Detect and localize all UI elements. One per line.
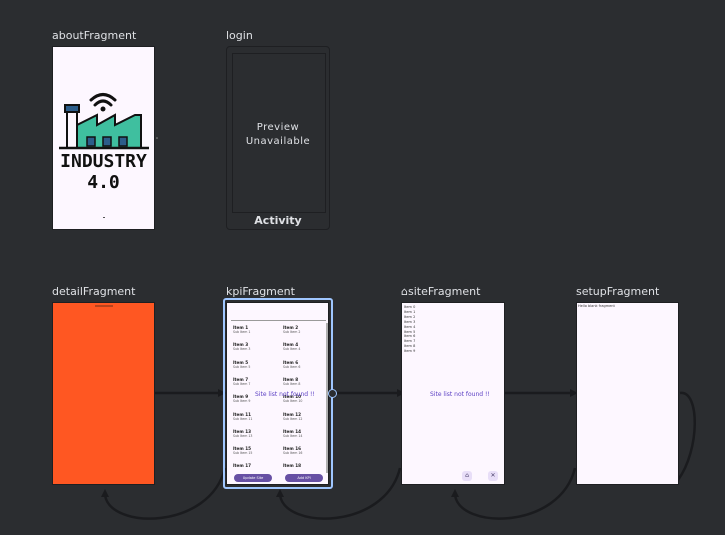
- kpi-list-item[interactable]: Item 15 Sub Item 15: [233, 446, 252, 455]
- kpi-item-title: Item 5: [233, 359, 249, 365]
- kpi-list-item[interactable]: Item 3 Sub Item 3: [233, 342, 250, 351]
- kpi-scrollbar[interactable]: [326, 323, 328, 473]
- preview-unavailable-line2: Unavailable: [245, 136, 311, 147]
- kpi-list-item[interactable]: Item 18: [283, 463, 301, 468]
- site-list-item[interactable]: Item 2: [404, 315, 415, 319]
- kpi-list-item[interactable]: Item 7 Sub Item 7: [233, 377, 250, 386]
- kpi-list-item[interactable]: Item 14 Sub Item 14: [283, 429, 302, 438]
- kpi-item-subtitle: Sub Item 4: [283, 347, 301, 352]
- site-list-item[interactable]: Item 9: [404, 349, 415, 353]
- kpi-item-subtitle: Sub Item 16: [283, 451, 303, 456]
- site-list-item[interactable]: Item 6: [404, 334, 415, 338]
- kpi-item-subtitle: Sub Item 1: [233, 330, 251, 334]
- kpi-item-subtitle: Sub Item 10: [283, 399, 303, 404]
- kpi-item-subtitle: Sub Item 12: [283, 416, 303, 421]
- kpi-list-item[interactable]: Item 12 Sub Item 12: [283, 412, 302, 421]
- kpi-item-subtitle: Sub Item 14: [283, 433, 303, 438]
- kpi-list-item[interactable]: Item 1 Sub Item 1: [233, 325, 250, 334]
- kpi-item-subtitle: Sub Item 15: [233, 451, 253, 456]
- activity-type-label: Activity: [254, 214, 302, 227]
- site-home-fab-icon[interactable]: ⌂: [462, 471, 472, 481]
- kpi-list-item[interactable]: Item 6 Sub Item 6: [283, 360, 300, 369]
- home-icon: ⌂: [401, 285, 408, 298]
- add-kpi-button[interactable]: Add KPI: [285, 474, 323, 482]
- kpi-item-subtitle: Sub Item 6: [283, 364, 301, 369]
- kpi-list-item[interactable]: Item 11 Sub Item 11: [233, 412, 252, 421]
- site-list-item[interactable]: Item 0: [404, 305, 415, 309]
- site-settings-fab-icon[interactable]: ✕: [488, 471, 498, 481]
- kpi-top-divider: [231, 320, 326, 321]
- kpi-fragment-preview[interactable]: Item 1 Sub Item 1 Item 2 Sub Item 2 Item 3 Su…: [226, 302, 329, 485]
- destination-label-about: aboutFragment: [52, 29, 137, 42]
- destination-label-login: login: [226, 29, 253, 42]
- kpi-item-subtitle: Sub Item 2: [283, 330, 301, 334]
- kpi-item-title: Item 17: [233, 463, 252, 469]
- kpi-list-item[interactable]: Item 2 Sub Item 2: [283, 325, 300, 334]
- destination-label-kpi: kpiFragment: [226, 285, 295, 298]
- setup-placeholder-text: Hello blank fragment: [578, 304, 615, 308]
- update-site-button[interactable]: Update Site: [234, 474, 272, 482]
- kpi-item-subtitle: Sub Item 9: [233, 399, 251, 404]
- kpi-not-found-text: Site list not found !!: [255, 391, 315, 398]
- setup-fragment-preview[interactable]: Hello blank fragment: [576, 302, 679, 485]
- destination-label-setup: setupFragment: [576, 285, 660, 298]
- kpi-item-subtitle: Sub Item 3: [233, 347, 251, 352]
- site-not-found-text: Site list not found !!: [430, 391, 490, 398]
- kpi-list-item[interactable]: Item 4 Sub Item 4: [283, 342, 300, 351]
- kpi-item-title: Item 6: [283, 359, 299, 365]
- site-list-item[interactable]: Item 3: [404, 320, 415, 324]
- kpi-item-subtitle: Sub Item 7: [233, 381, 251, 386]
- kpi-list-item[interactable]: Item 8 Sub Item 8: [283, 377, 300, 386]
- kpi-list-item[interactable]: Item 9 Sub Item 9: [233, 394, 250, 403]
- login-activity-preview[interactable]: Preview Unavailable Activity: [226, 46, 330, 230]
- logo-text-version: 4.0: [87, 172, 120, 193]
- kpi-list-item[interactable]: Item 13 Sub Item 13: [233, 429, 252, 438]
- site-list-item[interactable]: Item 5: [404, 330, 415, 334]
- logo-text-industry: INDUSTRY: [60, 151, 147, 172]
- kpi-item-subtitle: Sub Item 5: [233, 364, 251, 369]
- kpi-list-item[interactable]: Item 16 Sub Item 16: [283, 446, 302, 455]
- site-list-item[interactable]: Item 1: [404, 310, 415, 314]
- site-list-item[interactable]: Item 8: [404, 344, 415, 348]
- about-footer-mark: [103, 217, 105, 218]
- site-fragment-preview[interactable]: Item 0 Item 1 Item 2 Item 3 Item 4 Item 5 Item…: [401, 302, 505, 485]
- preview-placeholder: [232, 53, 326, 213]
- kpi-action-handle[interactable]: [328, 389, 337, 398]
- destination-label-detail: detailFragment: [52, 285, 136, 298]
- kpi-list-item[interactable]: Item 17: [233, 463, 251, 468]
- site-list-item[interactable]: Item 7: [404, 339, 415, 343]
- preview-unavailable-line1: Preview: [256, 122, 300, 133]
- detail-fragment-preview[interactable]: [52, 302, 155, 485]
- detail-top-text: [95, 305, 113, 307]
- about-fragment-preview[interactable]: INDUSTRY 4.0: [52, 46, 155, 230]
- kpi-item-title: Item 18: [283, 463, 302, 469]
- kpi-item-subtitle: Sub Item 13: [233, 433, 253, 438]
- site-list-item[interactable]: Item 4: [404, 325, 415, 329]
- kpi-item-title: Item 11: [233, 411, 252, 417]
- kpi-item-subtitle: Sub Item 11: [233, 416, 253, 421]
- kpi-item-subtitle: Sub Item 8: [283, 381, 301, 386]
- kpi-item-title: Item 12: [283, 411, 302, 417]
- destination-label-site: ⌂siteFragment: [401, 285, 481, 298]
- kpi-list-item[interactable]: Item 5 Sub Item 5: [233, 360, 250, 369]
